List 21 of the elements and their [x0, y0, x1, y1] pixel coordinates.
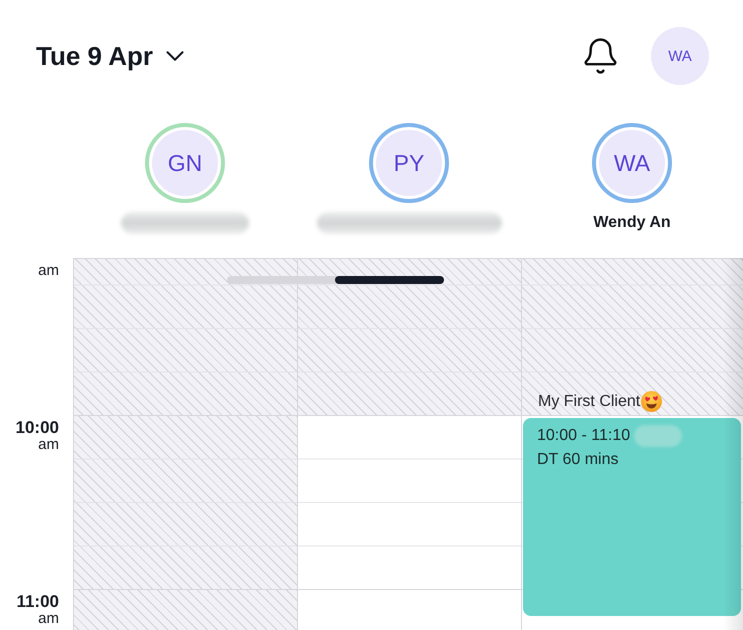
scrollbar-track[interactable]: [227, 276, 444, 284]
staff-avatar[interactable]: WA: [592, 123, 672, 203]
staff-avatar[interactable]: GN: [145, 123, 225, 203]
client-name: My First Client: [538, 392, 640, 412]
meridiem-label: am: [38, 611, 59, 627]
scrollbar-thumb[interactable]: [335, 276, 444, 284]
service-name: DT 60 mins: [537, 450, 619, 470]
hour-label: 10:00: [16, 418, 59, 437]
hour-label: 11:00: [16, 592, 59, 611]
heart-eyes-emoji-icon: [641, 391, 662, 412]
date-picker-button[interactable]: Tue 9 Apr: [36, 40, 184, 72]
meridiem-label: am: [38, 263, 59, 279]
appointment-time: 10:00 - 11:10: [537, 426, 630, 446]
notifications-button[interactable]: [584, 38, 617, 74]
staff-name: Wendy An: [593, 213, 671, 233]
meridiem-label: am: [38, 437, 59, 453]
staff-avatar[interactable]: PY: [369, 123, 449, 203]
user-avatar[interactable]: WA: [651, 27, 709, 85]
chevron-down-icon: [166, 51, 184, 61]
bell-icon: [584, 38, 617, 74]
blocked-time-slot[interactable]: [297, 258, 521, 415]
